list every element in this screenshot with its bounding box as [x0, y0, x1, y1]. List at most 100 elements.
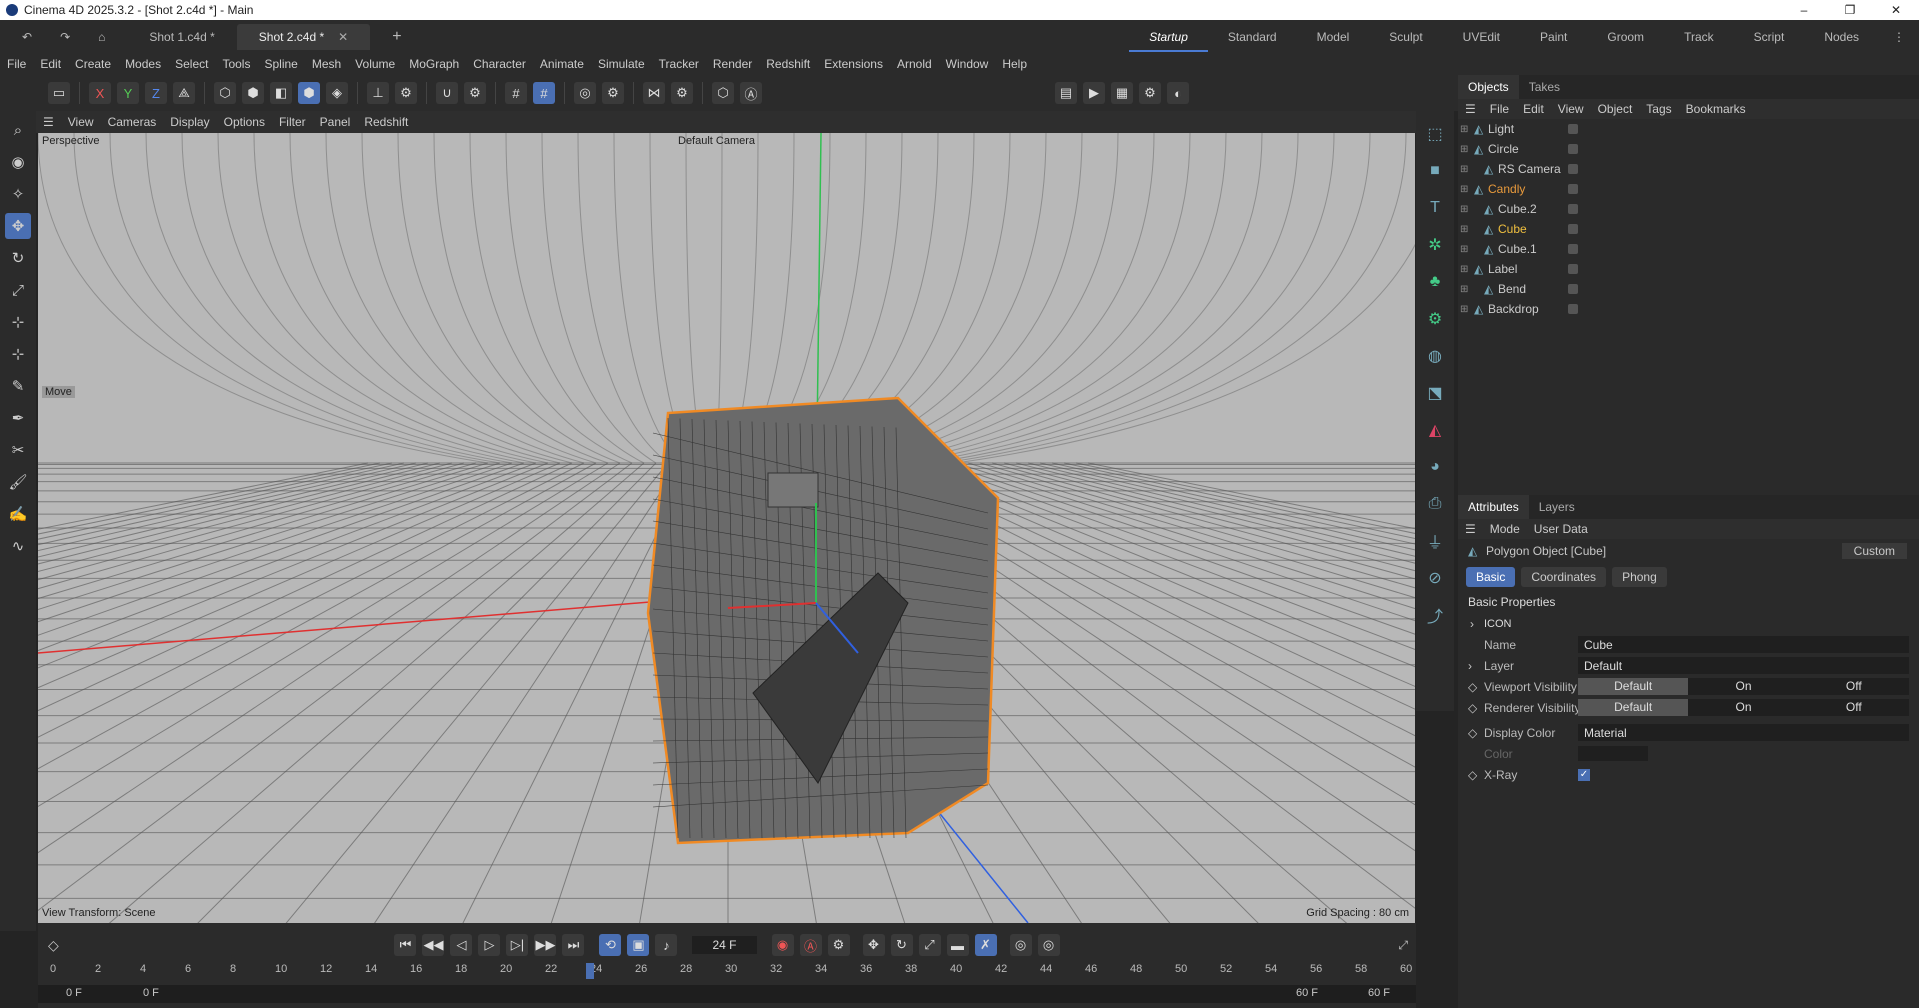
viewport-menu-view[interactable]: View: [61, 115, 101, 129]
tool-icon[interactable]: ▭: [48, 82, 70, 104]
expand-icon[interactable]: ⊞: [1460, 124, 1468, 135]
texture-mode-icon[interactable]: ◈: [326, 82, 348, 104]
layout-standard[interactable]: Standard: [1208, 30, 1297, 44]
menu-file[interactable]: File: [0, 57, 33, 71]
tab-layers[interactable]: Layers: [1529, 500, 1585, 514]
menu-help[interactable]: Help: [995, 57, 1034, 71]
render-view-icon[interactable]: ▶: [1083, 82, 1105, 104]
null-object-icon[interactable]: ⬚: [1421, 120, 1449, 148]
keyframe-diamond-icon[interactable]: ◇: [1468, 768, 1477, 782]
loop-icon[interactable]: ⟲: [599, 934, 622, 956]
key-position-icon[interactable]: ✥: [862, 934, 885, 956]
object-row[interactable]: ⊞ ◭ Candly: [1458, 179, 1919, 199]
menu-volume[interactable]: Volume: [348, 57, 402, 71]
maximize-button[interactable]: ❐: [1827, 3, 1873, 17]
tab-shot-2[interactable]: Shot 2.c4d * ✕: [236, 23, 371, 50]
grid-snap-icon[interactable]: #: [533, 82, 555, 104]
timeline-settings-icon[interactable]: ◎: [1037, 934, 1060, 956]
start-frame-field[interactable]: 0 F: [66, 987, 82, 999]
spline-pen-icon[interactable]: ✒: [5, 405, 31, 431]
viewport[interactable]: Perspective Default Camera Move View Tra…: [38, 133, 1415, 923]
previous-frame-icon[interactable]: ◁: [450, 934, 473, 956]
option-on[interactable]: On: [1688, 678, 1799, 695]
transform-tool-icon[interactable]: ⊹: [5, 309, 31, 335]
option-off[interactable]: Off: [1798, 699, 1909, 716]
expand-icon[interactable]: ⊞: [1460, 304, 1468, 315]
object-row[interactable]: ⊞ ◭ Label: [1458, 259, 1919, 279]
preview-end-field[interactable]: 60 F: [1296, 987, 1318, 999]
redo-icon[interactable]: ↷: [54, 24, 76, 50]
visibility-toggle[interactable]: [1568, 244, 1578, 254]
key-param-icon[interactable]: ▬: [946, 934, 969, 956]
record-icon[interactable]: ◉: [771, 934, 794, 956]
points-mode-icon[interactable]: ⬡: [214, 82, 236, 104]
generator-icon[interactable]: ✲: [1421, 231, 1449, 259]
visibility-toggle[interactable]: [1568, 304, 1578, 314]
coordinate-system-icon[interactable]: ⟁: [173, 82, 195, 104]
scale-tool-icon[interactable]: ⤢: [5, 277, 31, 303]
sound-icon[interactable]: ♪: [655, 934, 678, 956]
polygons-mode-icon[interactable]: ◧: [270, 82, 292, 104]
subtab-basic[interactable]: Basic: [1466, 567, 1516, 587]
menu-tracker[interactable]: Tracker: [652, 57, 706, 71]
visibility-toggle[interactable]: [1568, 144, 1578, 154]
spline-smooth-icon[interactable]: ∿: [5, 533, 31, 559]
object-name[interactable]: RS Camera: [1498, 162, 1561, 176]
key-scale-icon[interactable]: ⤢: [918, 934, 941, 956]
menu-mograph[interactable]: MoGraph: [402, 57, 466, 71]
xray-checkbox[interactable]: ✓: [1578, 768, 1590, 781]
minimize-button[interactable]: –: [1781, 3, 1827, 17]
camera-object-icon[interactable]: ⬔: [1421, 379, 1449, 407]
keyframe-icon[interactable]: ◇: [48, 937, 59, 954]
keyframe-diamond-icon[interactable]: ◇: [1468, 726, 1477, 740]
pen-tool-icon[interactable]: ✎: [5, 373, 31, 399]
layout-nodes[interactable]: Nodes: [1804, 30, 1879, 44]
menu-extensions[interactable]: Extensions: [817, 57, 890, 71]
object-row[interactable]: ⊞ ◭ Circle: [1458, 139, 1919, 159]
previous-key-icon[interactable]: ◀◀: [422, 934, 445, 956]
layout-track[interactable]: Track: [1664, 30, 1734, 44]
viewport-menu-filter[interactable]: Filter: [272, 115, 313, 129]
menu-select[interactable]: Select: [168, 57, 215, 71]
layout-script[interactable]: Script: [1734, 30, 1805, 44]
axis-y-button[interactable]: Y: [117, 82, 139, 104]
object-name[interactable]: Cube.2: [1498, 202, 1537, 216]
object-row[interactable]: ⊞ ◭ Cube: [1458, 219, 1919, 239]
attributes-menu-mode[interactable]: Mode: [1483, 522, 1527, 536]
knife-tool-icon[interactable]: ✂: [5, 437, 31, 463]
brush-tool-icon[interactable]: 🖌: [5, 469, 31, 495]
subtab-phong[interactable]: Phong: [1612, 567, 1667, 587]
autokey-icon[interactable]: Ⓐ: [799, 934, 822, 956]
playhead[interactable]: [586, 963, 594, 979]
home-icon[interactable]: ⌂: [76, 24, 127, 50]
objects-menu-tags[interactable]: Tags: [1639, 102, 1678, 116]
tab-objects[interactable]: Objects: [1458, 75, 1519, 99]
undo-icon[interactable]: ↶: [0, 24, 54, 50]
more-icon[interactable]: ⋮: [1879, 30, 1919, 44]
layout-model[interactable]: Model: [1297, 30, 1370, 44]
attributes-menu-user-data[interactable]: User Data: [1527, 522, 1595, 536]
go-to-start-icon[interactable]: ⏮: [394, 934, 417, 956]
viewport-menu-panel[interactable]: Panel: [313, 115, 358, 129]
viewport-visibility-selector[interactable]: Default On Off: [1578, 678, 1909, 695]
render-picture-viewer-icon[interactable]: ▦: [1111, 82, 1133, 104]
expand-icon[interactable]: ⊞: [1460, 184, 1468, 195]
visibility-toggle[interactable]: [1568, 284, 1578, 294]
axis-mode-icon[interactable]: ⊥: [367, 82, 389, 104]
render-region-icon[interactable]: ▤: [1055, 82, 1077, 104]
object-name[interactable]: Bend: [1498, 282, 1526, 296]
visibility-toggle[interactable]: [1568, 164, 1578, 174]
menu-modes[interactable]: Modes: [118, 57, 168, 71]
symmetry-icon[interactable]: ⋈: [643, 82, 665, 104]
settings-gear-icon[interactable]: ⚙: [395, 82, 417, 104]
object-row[interactable]: ⊞ ◭ Light: [1458, 119, 1919, 139]
object-name[interactable]: Candly: [1488, 182, 1525, 196]
snap-transform-icon[interactable]: ⊹: [5, 341, 31, 367]
object-name[interactable]: Backdrop: [1488, 302, 1539, 316]
display-color-dropdown[interactable]: Material: [1578, 724, 1909, 741]
floor-icon[interactable]: ⏚: [1421, 527, 1449, 555]
objects-menu-file[interactable]: File: [1483, 102, 1516, 116]
workplane-icon[interactable]: ⬡: [712, 82, 734, 104]
layer-field[interactable]: Default: [1578, 657, 1909, 674]
search-icon[interactable]: ⌕: [5, 117, 31, 143]
